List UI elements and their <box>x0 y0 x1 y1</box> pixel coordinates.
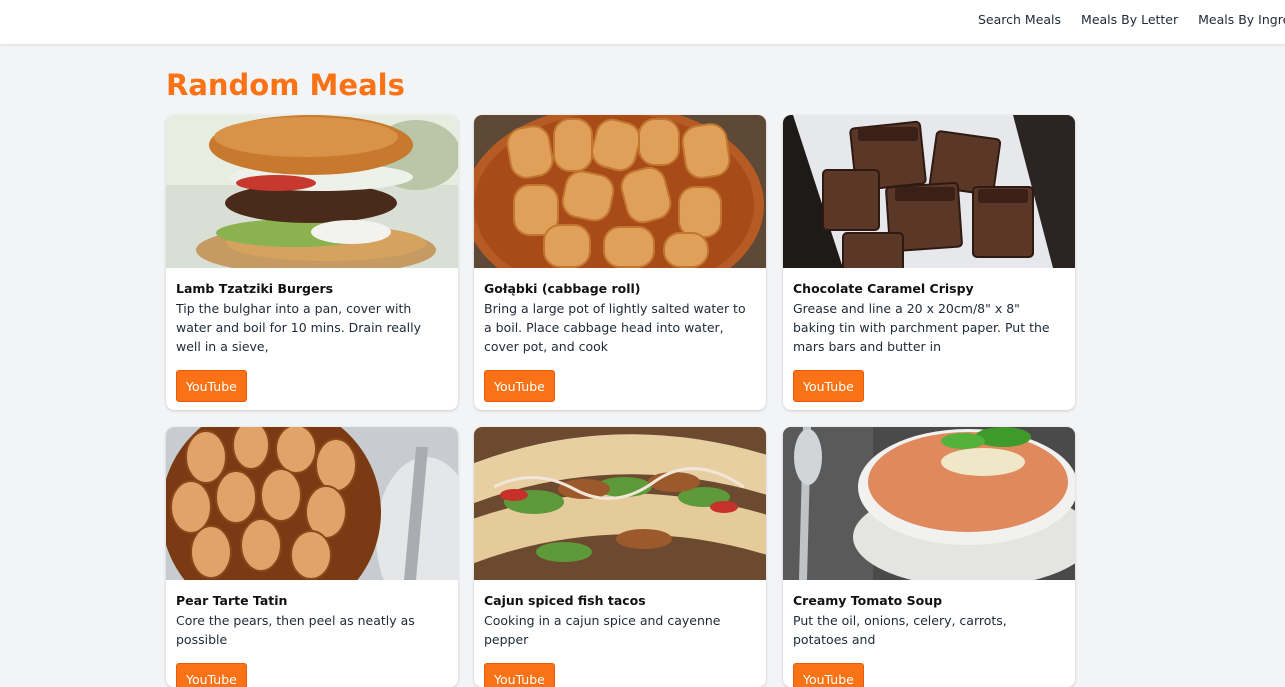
meal-name: Pear Tarte Tatin <box>176 593 288 608</box>
meal-image[interactable] <box>474 427 766 580</box>
meal-card: Gołąbki (cabbage roll) Bring a large pot… <box>474 115 766 410</box>
youtube-button[interactable]: YouTube <box>176 663 247 687</box>
meal-name: Cajun spiced fish tacos <box>484 593 646 608</box>
meal-description: Grease and line a 20 x 20cm/8" x 8" baki… <box>793 301 1050 354</box>
meal-description: Bring a large pot of lightly salted wate… <box>484 301 746 354</box>
nav-search-meals[interactable]: Search Meals <box>978 12 1061 27</box>
youtube-button[interactable]: YouTube <box>176 370 247 402</box>
nav-meals-by-ingredients[interactable]: Meals By Ingredients <box>1198 12 1285 27</box>
nav-meals-by-letter[interactable]: Meals By Letter <box>1081 12 1178 27</box>
meal-name: Gołąbki (cabbage roll) <box>484 281 641 296</box>
youtube-button[interactable]: YouTube <box>793 663 864 687</box>
meal-image[interactable] <box>783 427 1075 580</box>
meal-name: Lamb Tzatziki Burgers <box>176 281 334 296</box>
page-title: Random Meals <box>166 68 405 102</box>
meal-description: Cooking in a cajun spice and cayenne pep… <box>484 613 721 647</box>
meal-image[interactable] <box>166 427 458 580</box>
meal-image[interactable] <box>783 115 1075 268</box>
meal-card: Cajun spiced fish tacos Cooking in a caj… <box>474 427 766 687</box>
meal-description: Core the pears, then peel as neatly as p… <box>176 613 415 647</box>
meal-image[interactable] <box>474 115 766 268</box>
meal-card: Lamb Tzatziki Burgers Tip the bulghar in… <box>166 115 458 410</box>
youtube-button[interactable]: YouTube <box>793 370 864 402</box>
meal-name: Creamy Tomato Soup <box>793 593 943 608</box>
meal-image[interactable] <box>166 115 458 268</box>
youtube-button[interactable]: YouTube <box>484 663 555 687</box>
meal-name: Chocolate Caramel Crispy <box>793 281 974 296</box>
youtube-button[interactable]: YouTube <box>484 370 555 402</box>
nav-links: Search Meals Meals By Letter Meals By In… <box>978 12 1285 27</box>
meal-card: Chocolate Caramel Crispy Grease and line… <box>783 115 1075 410</box>
meal-description: Tip the bulghar into a pan, cover with w… <box>176 301 422 354</box>
top-navbar: Search Meals Meals By Letter Meals By In… <box>0 0 1285 44</box>
meal-card: Creamy Tomato Soup Put the oil, onions, … <box>783 427 1075 687</box>
meal-description: Put the oil, onions, celery, carrots, po… <box>793 613 1007 647</box>
meal-card: Pear Tarte Tatin Core the pears, then pe… <box>166 427 458 687</box>
